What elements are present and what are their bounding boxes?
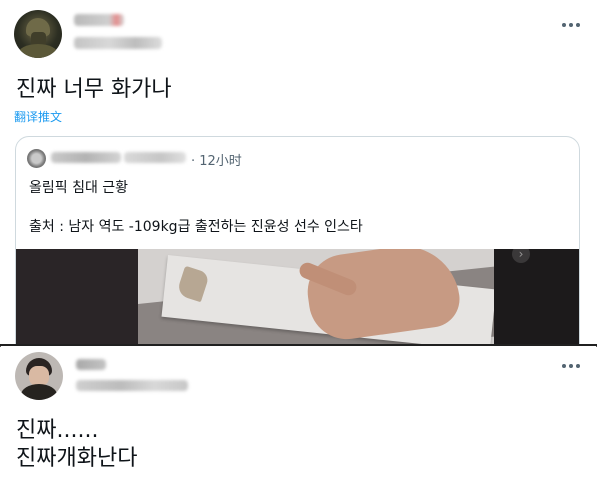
avatar-body [21, 384, 57, 400]
tweet-reply[interactable]: 진짜...... 진짜개화난다 [0, 347, 597, 478]
tweet-text-line-2: 진짜개화난다 [16, 446, 138, 471]
avatar[interactable] [14, 10, 62, 58]
avatar-face [29, 366, 49, 386]
quoted-media[interactable]: › [16, 249, 579, 344]
avatar-shoulder [18, 44, 58, 58]
avatar[interactable] [15, 352, 63, 400]
quoted-text-line-1: 올림픽 침대 근황 [29, 180, 129, 196]
username-redacted[interactable] [74, 37, 162, 49]
quoted-timestamp[interactable]: · 12小时 [191, 150, 242, 169]
display-name-redacted[interactable] [74, 14, 124, 26]
quoted-avatar[interactable] [27, 149, 46, 168]
more-icon[interactable] [562, 22, 580, 28]
display-name-redacted[interactable] [76, 359, 106, 370]
media-left-dark [16, 249, 138, 344]
quoted-tweet[interactable]: · 12小时 올림픽 침대 근황 출처 : 남자 역도 -109kg급 출전하는… [15, 136, 580, 344]
media-right-dark [494, 249, 579, 344]
translate-tweet-link[interactable]: 翻译推文 [14, 108, 62, 125]
quoted-text-line-2: 출처 : 남자 역도 -109kg급 출전하는 진윤성 선수 인스타 [29, 219, 363, 235]
tweet-text: 진짜 너무 화가나 [16, 77, 172, 102]
quoted-handle-redacted[interactable] [124, 152, 186, 163]
media-photo [138, 249, 494, 344]
tweet-main[interactable]: 진짜 너무 화가나 翻译推文 · 12小时 올림픽 침대 근황 출처 : 남자 … [0, 0, 597, 346]
username-redacted[interactable] [76, 380, 188, 391]
quoted-name-redacted[interactable] [51, 152, 121, 163]
more-icon[interactable] [562, 363, 580, 369]
tweet-text-line-1: 진짜...... [16, 418, 99, 443]
